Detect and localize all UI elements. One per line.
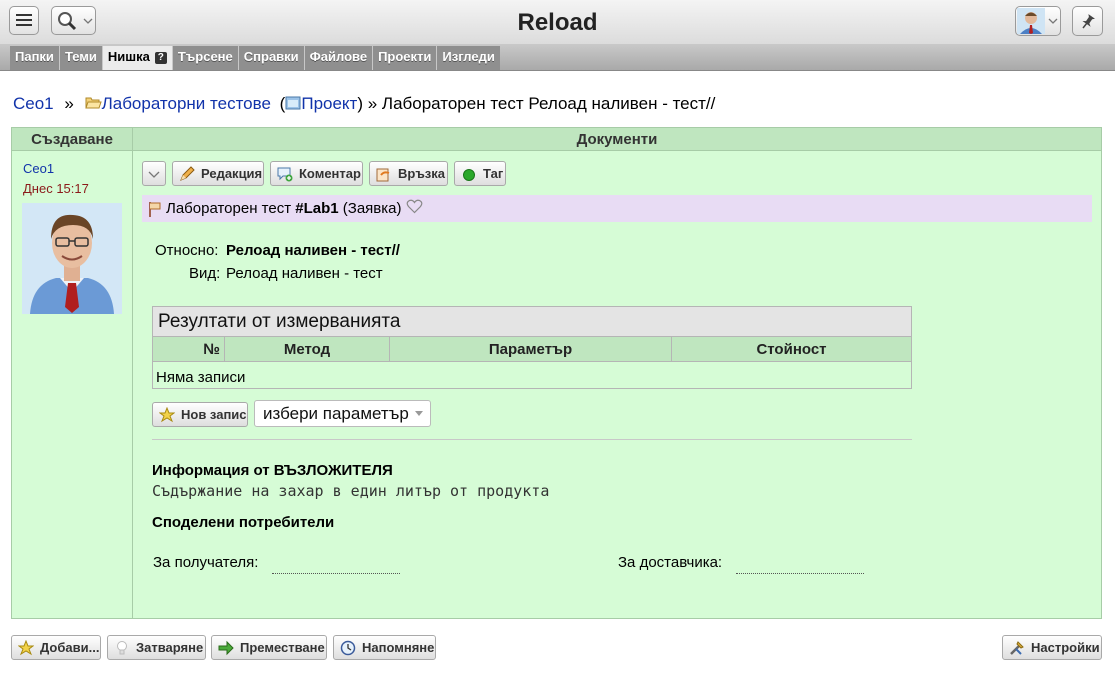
- document-title-prefix: Лабораторен тест: [166, 200, 292, 217]
- type-value: Релоад наливен - тест: [226, 265, 383, 282]
- tab-strip: Папки Теми Нишка? Търсене Справки Файлов…: [10, 46, 500, 70]
- chevron-down-icon: [148, 171, 160, 178]
- app-title: Reload: [517, 9, 598, 36]
- no-records-text: Няма записи: [156, 369, 246, 386]
- supplier-field[interactable]: [736, 571, 864, 574]
- client-info-heading: Информация от ВЪЗЛОЖИТЕЛЯ: [152, 462, 393, 479]
- lightbulb-icon: [117, 640, 127, 654]
- breadcrumb-folder-link[interactable]: Лабораторни тестове: [102, 94, 271, 113]
- folder-open-icon: [84, 97, 102, 109]
- tab-projects[interactable]: Проекти: [373, 46, 438, 70]
- tab-reports[interactable]: Справки: [239, 46, 305, 70]
- link-icon: [376, 168, 390, 181]
- arrow-right-icon: [218, 640, 234, 655]
- document-kind: (Заявка): [342, 200, 402, 217]
- breadcrumb-separator: »: [64, 94, 74, 113]
- comment-add-icon: [277, 167, 293, 181]
- green-dot-icon: [463, 168, 475, 181]
- chevron-down-icon: [415, 411, 423, 416]
- parameter-select-value: избери параметър: [263, 404, 409, 423]
- tag-button-label: Таг: [483, 166, 504, 181]
- column-header-method: Метод: [225, 337, 390, 362]
- tab-files[interactable]: Файлове: [305, 46, 374, 70]
- client-info-text: Съдържание на захар в един литър от прод…: [152, 482, 550, 500]
- supplier-label: За доставчика:: [618, 554, 723, 571]
- tools-icon: [1010, 640, 1024, 655]
- move-button-label: Преместване: [240, 640, 325, 655]
- author-name-link[interactable]: Ceo1: [23, 161, 54, 176]
- shared-users-heading: Споделени потребители: [152, 514, 335, 531]
- settings-button-label: Настройки: [1031, 640, 1100, 655]
- top-bar: Reload: [0, 0, 1115, 44]
- tab-views[interactable]: Изгледи: [437, 46, 499, 70]
- recipient-field[interactable]: [272, 571, 400, 574]
- parameter-select[interactable]: избери параметър: [254, 400, 431, 427]
- star-icon: [159, 406, 175, 422]
- help-icon[interactable]: ?: [154, 52, 167, 64]
- breadcrumb: Ceo1 » Лабораторни тестове (Проект) » Ла…: [13, 94, 715, 114]
- remind-button-label: Напомняне: [362, 640, 435, 655]
- measurements-caption: Резултати от измерванията: [153, 307, 911, 337]
- remind-button[interactable]: Напомняне: [333, 635, 436, 660]
- tab-thread[interactable]: Нишка?: [102, 46, 173, 70]
- column-header-value: Стойност: [672, 337, 911, 362]
- tab-folders[interactable]: Папки: [10, 46, 60, 70]
- user-avatar-icon: [1017, 8, 1058, 34]
- type-label: Вид:: [189, 265, 221, 282]
- pin-button[interactable]: [1072, 6, 1103, 36]
- add-button[interactable]: Добави...: [11, 635, 101, 660]
- link-button[interactable]: Връзка: [369, 161, 448, 186]
- tab-topics[interactable]: Теми: [60, 46, 103, 70]
- heart-icon[interactable]: [406, 199, 423, 214]
- regarding-label: Относно:: [155, 242, 219, 259]
- settings-button[interactable]: Настройки: [1002, 635, 1102, 660]
- recipient-label: За получателя:: [153, 554, 259, 571]
- add-button-label: Добави...: [40, 640, 100, 655]
- pin-icon: [1082, 14, 1095, 29]
- new-record-button[interactable]: Нов запис: [152, 402, 248, 427]
- expand-button[interactable]: [142, 161, 166, 186]
- close-button[interactable]: Затваряне: [107, 635, 206, 660]
- project-icon: [285, 96, 301, 110]
- comment-button[interactable]: Коментар: [270, 161, 363, 186]
- new-record-label: Нов запис: [181, 407, 247, 422]
- comment-button-label: Коментар: [299, 166, 361, 181]
- user-menu-button[interactable]: [1015, 6, 1061, 36]
- author-timestamp: Днес 15:17: [23, 181, 89, 196]
- divider: [152, 439, 912, 440]
- flag-icon: [149, 202, 161, 217]
- column-header-parameter: Параметър: [390, 337, 672, 362]
- author-avatar[interactable]: [22, 203, 122, 314]
- edit-button-label: Редакция: [201, 166, 263, 181]
- column-header-documents: Документи: [133, 128, 1101, 151]
- pencil-icon: [180, 165, 195, 181]
- star-icon: [18, 639, 34, 655]
- regarding-value: Релоад наливен - тест//: [226, 242, 400, 259]
- move-button[interactable]: Преместване: [211, 635, 327, 660]
- breadcrumb-root-link[interactable]: Ceo1: [13, 94, 54, 113]
- column-divider: [132, 128, 133, 618]
- breadcrumb-project-link[interactable]: Проект: [301, 94, 357, 113]
- breadcrumb-close-separator: ) »: [357, 94, 378, 113]
- tab-thread-label: Нишка: [107, 49, 150, 64]
- clock-icon: [340, 640, 356, 655]
- avatar-image: [22, 203, 122, 314]
- close-button-label: Затваряне: [136, 640, 204, 655]
- column-header-number: №: [153, 337, 225, 362]
- edit-button[interactable]: Редакция: [172, 161, 264, 186]
- document-title-bar: Лабораторен тест #Lab1 (Заявка): [142, 195, 1092, 222]
- tab-search[interactable]: Търсене: [173, 46, 239, 70]
- tab-bar: Папки Теми Нишка? Търсене Справки Файлов…: [0, 44, 1115, 71]
- column-header-number-label: №: [203, 341, 220, 358]
- link-button-label: Връзка: [398, 166, 446, 181]
- document-handle: #Lab1: [295, 200, 339, 217]
- measurements-table: Резултати от измерванията № Метод Параме…: [152, 306, 912, 389]
- tag-button[interactable]: Таг: [454, 161, 506, 186]
- column-header-create: Създаване: [12, 128, 132, 151]
- breadcrumb-current: Лабораторен тест Релоад наливен - тест//: [381, 94, 716, 113]
